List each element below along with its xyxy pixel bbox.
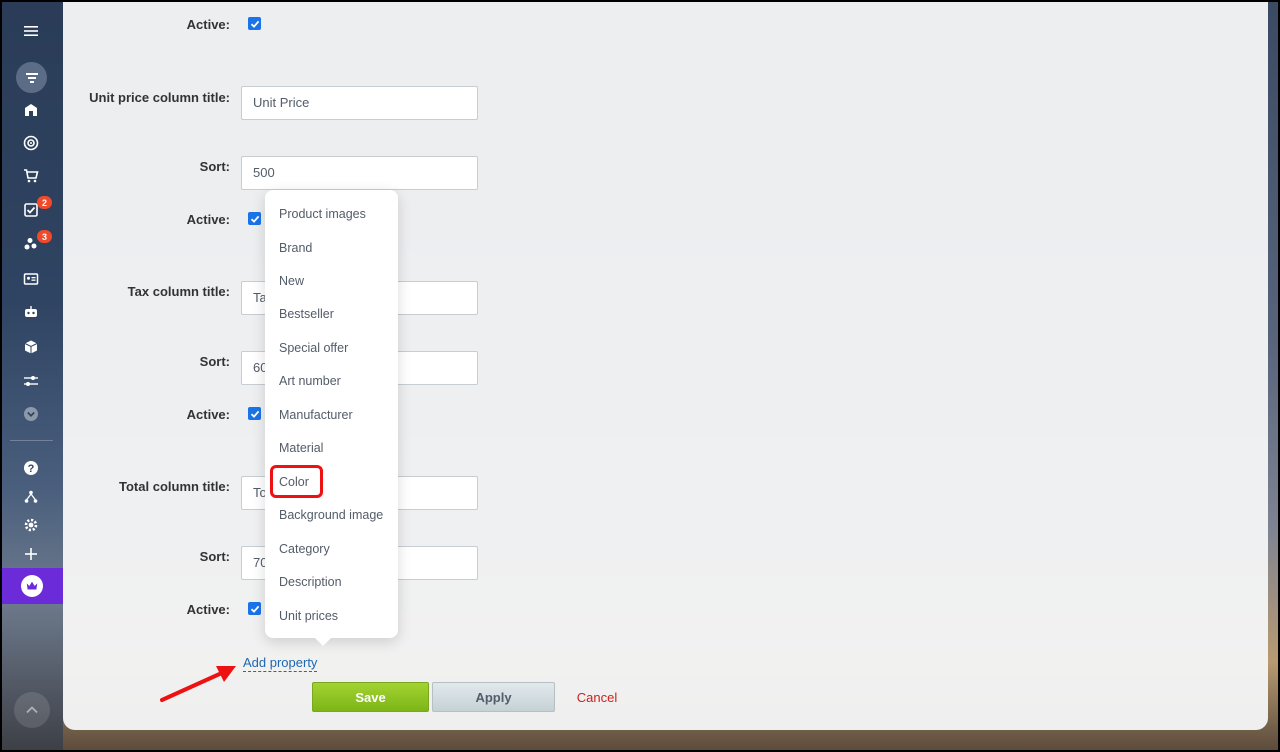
sort-label: Sort:	[199, 549, 230, 564]
sitemap-icon[interactable]	[16, 486, 46, 508]
add-icon[interactable]	[16, 543, 46, 565]
contact-card-icon[interactable]	[16, 268, 46, 290]
menu-item-unit-prices[interactable]: Unit prices	[279, 609, 338, 623]
left-sidebar: 2 3 ?	[0, 0, 63, 752]
menu-item-special-offer[interactable]: Special offer	[279, 341, 348, 355]
unit-price-title-input[interactable]: Unit Price	[241, 86, 478, 120]
active-label: Active:	[186, 602, 230, 617]
tasks-badge: 2	[37, 196, 52, 209]
menu-item-material[interactable]: Material	[279, 441, 323, 455]
active-checkbox[interactable]	[248, 407, 261, 420]
menu-item-description[interactable]: Description	[279, 575, 342, 589]
unit-price-title-label: Unit price column title:	[89, 90, 230, 105]
sidebar-divider	[10, 440, 53, 441]
tax-title-label: Tax column title:	[127, 284, 230, 299]
active-label: Active:	[186, 407, 230, 422]
total-title-label: Total column title:	[119, 479, 230, 494]
upgrade-crown[interactable]	[0, 568, 63, 604]
target-icon[interactable]	[16, 132, 46, 154]
active-checkbox[interactable]	[248, 212, 261, 225]
scroll-up-button[interactable]	[14, 692, 50, 728]
menu-item-brand[interactable]: Brand	[279, 241, 312, 255]
add-property-link[interactable]: Add property	[243, 655, 318, 672]
apply-button[interactable]: Apply	[432, 682, 555, 712]
help-icon[interactable]: ?	[16, 457, 46, 479]
robot-icon[interactable]	[16, 301, 46, 323]
active-checkbox[interactable]	[248, 17, 261, 30]
store-icon[interactable]	[16, 99, 46, 121]
menu-item-bestseller[interactable]: Bestseller	[279, 307, 334, 321]
active-label: Active:	[186, 212, 230, 227]
color-highlight-box	[270, 465, 323, 498]
settings-panel: Active: Unit price column title: Unit Pr…	[63, 0, 1268, 730]
gear-icon[interactable]	[16, 514, 46, 536]
menu-item-background-image[interactable]: Background image	[279, 508, 383, 522]
menu-icon[interactable]	[16, 20, 46, 42]
svg-text:?: ?	[28, 463, 35, 475]
cart-icon[interactable]	[16, 165, 46, 187]
box-icon[interactable]	[16, 336, 46, 358]
add-property-menu: Product images Brand New Bestseller Spec…	[265, 190, 398, 646]
menu-item-category[interactable]: Category	[279, 542, 330, 556]
sliders-icon[interactable]	[16, 370, 46, 392]
save-button[interactable]: Save	[312, 682, 429, 712]
menu-item-new[interactable]: New	[279, 274, 304, 288]
menu-item-art-number[interactable]: Art number	[279, 374, 341, 388]
active-label: Active:	[186, 17, 230, 32]
menu-item-manufacturer[interactable]: Manufacturer	[279, 408, 353, 422]
sort-label: Sort:	[199, 354, 230, 369]
active-checkbox[interactable]	[248, 602, 261, 615]
filter-icon[interactable]	[16, 62, 47, 93]
sort-input[interactable]: 500	[241, 156, 478, 190]
chats-badge: 3	[37, 230, 52, 243]
menu-item-product-images[interactable]: Product images	[279, 207, 366, 221]
menu-pointer	[315, 638, 331, 646]
annotation-arrow-icon	[160, 666, 236, 702]
cancel-button[interactable]: Cancel	[572, 682, 622, 712]
expand-more-icon[interactable]	[16, 403, 46, 425]
sort-label: Sort:	[199, 159, 230, 174]
